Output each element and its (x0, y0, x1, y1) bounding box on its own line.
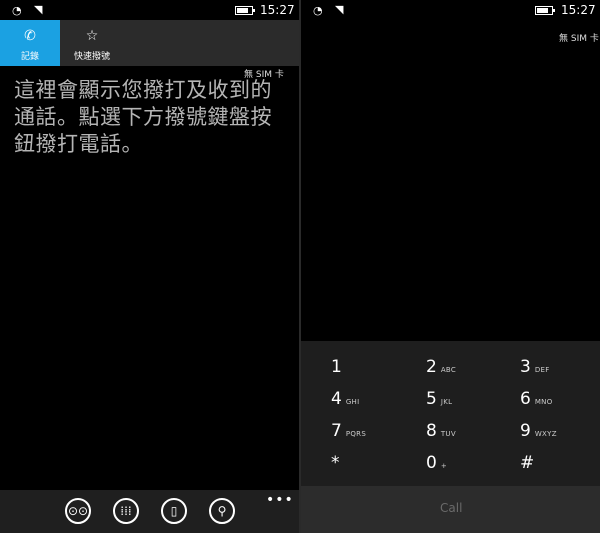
keypad-icon: ⁞⁞⁞ (120, 504, 132, 518)
key-5[interactable]: 5 JKL (426, 389, 452, 413)
key-8[interactable]: 8 TUV (426, 421, 456, 445)
more-options-button[interactable]: ••• (266, 492, 294, 508)
dial-pad: 1 2 ABC 3 DEF 4 GHI 5 JKL 6 MNO 7 PQRS 8 TUV 9W… (301, 341, 600, 486)
key-1[interactable]: 1 (331, 357, 346, 381)
key-0[interactable]: 0 + (426, 453, 447, 477)
contacts-button[interactable]: ▯ (161, 498, 187, 524)
keypad-button[interactable]: ⁞⁞⁞ (113, 498, 139, 524)
key-7[interactable]: 7 PQRS (331, 421, 366, 445)
signal-icon: ◔ (12, 4, 22, 17)
tab-history[interactable]: ✆ 記錄 (0, 20, 60, 66)
star-icon: ☆ (85, 28, 99, 44)
call-button[interactable]: Call (440, 501, 462, 515)
dialer-screen: ◔ ◥ 15:27 無 SIM 卡 1 2 ABC 3 DEF 4 GHI 5 JKL … (301, 0, 600, 533)
wifi-icon: ◥ (335, 3, 344, 16)
phone-icon: ✆ (24, 28, 36, 44)
search-icon: ⚲ (217, 504, 227, 518)
tab-history-label: 記錄 (20, 52, 39, 62)
voicemail-icon: ⊙⊙ (67, 504, 89, 518)
empty-history-message: 這裡會顯示您撥打及收到的通話。點選下方撥號鍵盤按鈕撥打電話。 (14, 78, 272, 156)
status-bar: ◔ ◥ 15:27 (0, 0, 299, 20)
key-9[interactable]: 9 WXYZ (520, 421, 557, 445)
status-bar: ◔ ◥ 15:27 (301, 0, 600, 20)
call-bar: Call (301, 486, 600, 533)
key-4[interactable]: 4 GHI (331, 389, 359, 413)
search-button[interactable]: ⚲ (209, 498, 235, 524)
key-6[interactable]: 6 MNO (520, 389, 553, 413)
status-time: 15:27 (561, 3, 596, 17)
status-time: 15:27 (260, 3, 295, 17)
battery-icon (535, 6, 555, 15)
call-history-screen: ◔ ◥ 15:27 ✆ 記錄 ☆ 快速撥號 無 SIM 卡 這裡會顯示您撥打及收… (0, 0, 299, 533)
key-3[interactable]: 3 DEF (520, 357, 550, 381)
signal-icon: ◔ (313, 4, 323, 17)
key-2[interactable]: 2 ABC (426, 357, 456, 381)
tab-speed-dial[interactable]: ☆ 快速撥號 (60, 20, 124, 66)
battery-icon (235, 6, 255, 15)
voicemail-button[interactable]: ⊙⊙ (65, 498, 91, 524)
pivot-header: ✆ 記錄 ☆ 快速撥號 (0, 20, 299, 66)
app-bar: ⊙⊙ ⁞⁞⁞ ▯ ⚲ ••• (0, 490, 299, 533)
key-hash[interactable]: # (520, 453, 538, 477)
contacts-icon: ▯ (170, 504, 178, 518)
key-star[interactable]: * (331, 453, 344, 477)
tab-speed-dial-label: 快速撥號 (73, 52, 110, 62)
wifi-icon: ◥ (34, 3, 43, 16)
no-sim-label: 無 SIM 卡 (559, 34, 599, 44)
